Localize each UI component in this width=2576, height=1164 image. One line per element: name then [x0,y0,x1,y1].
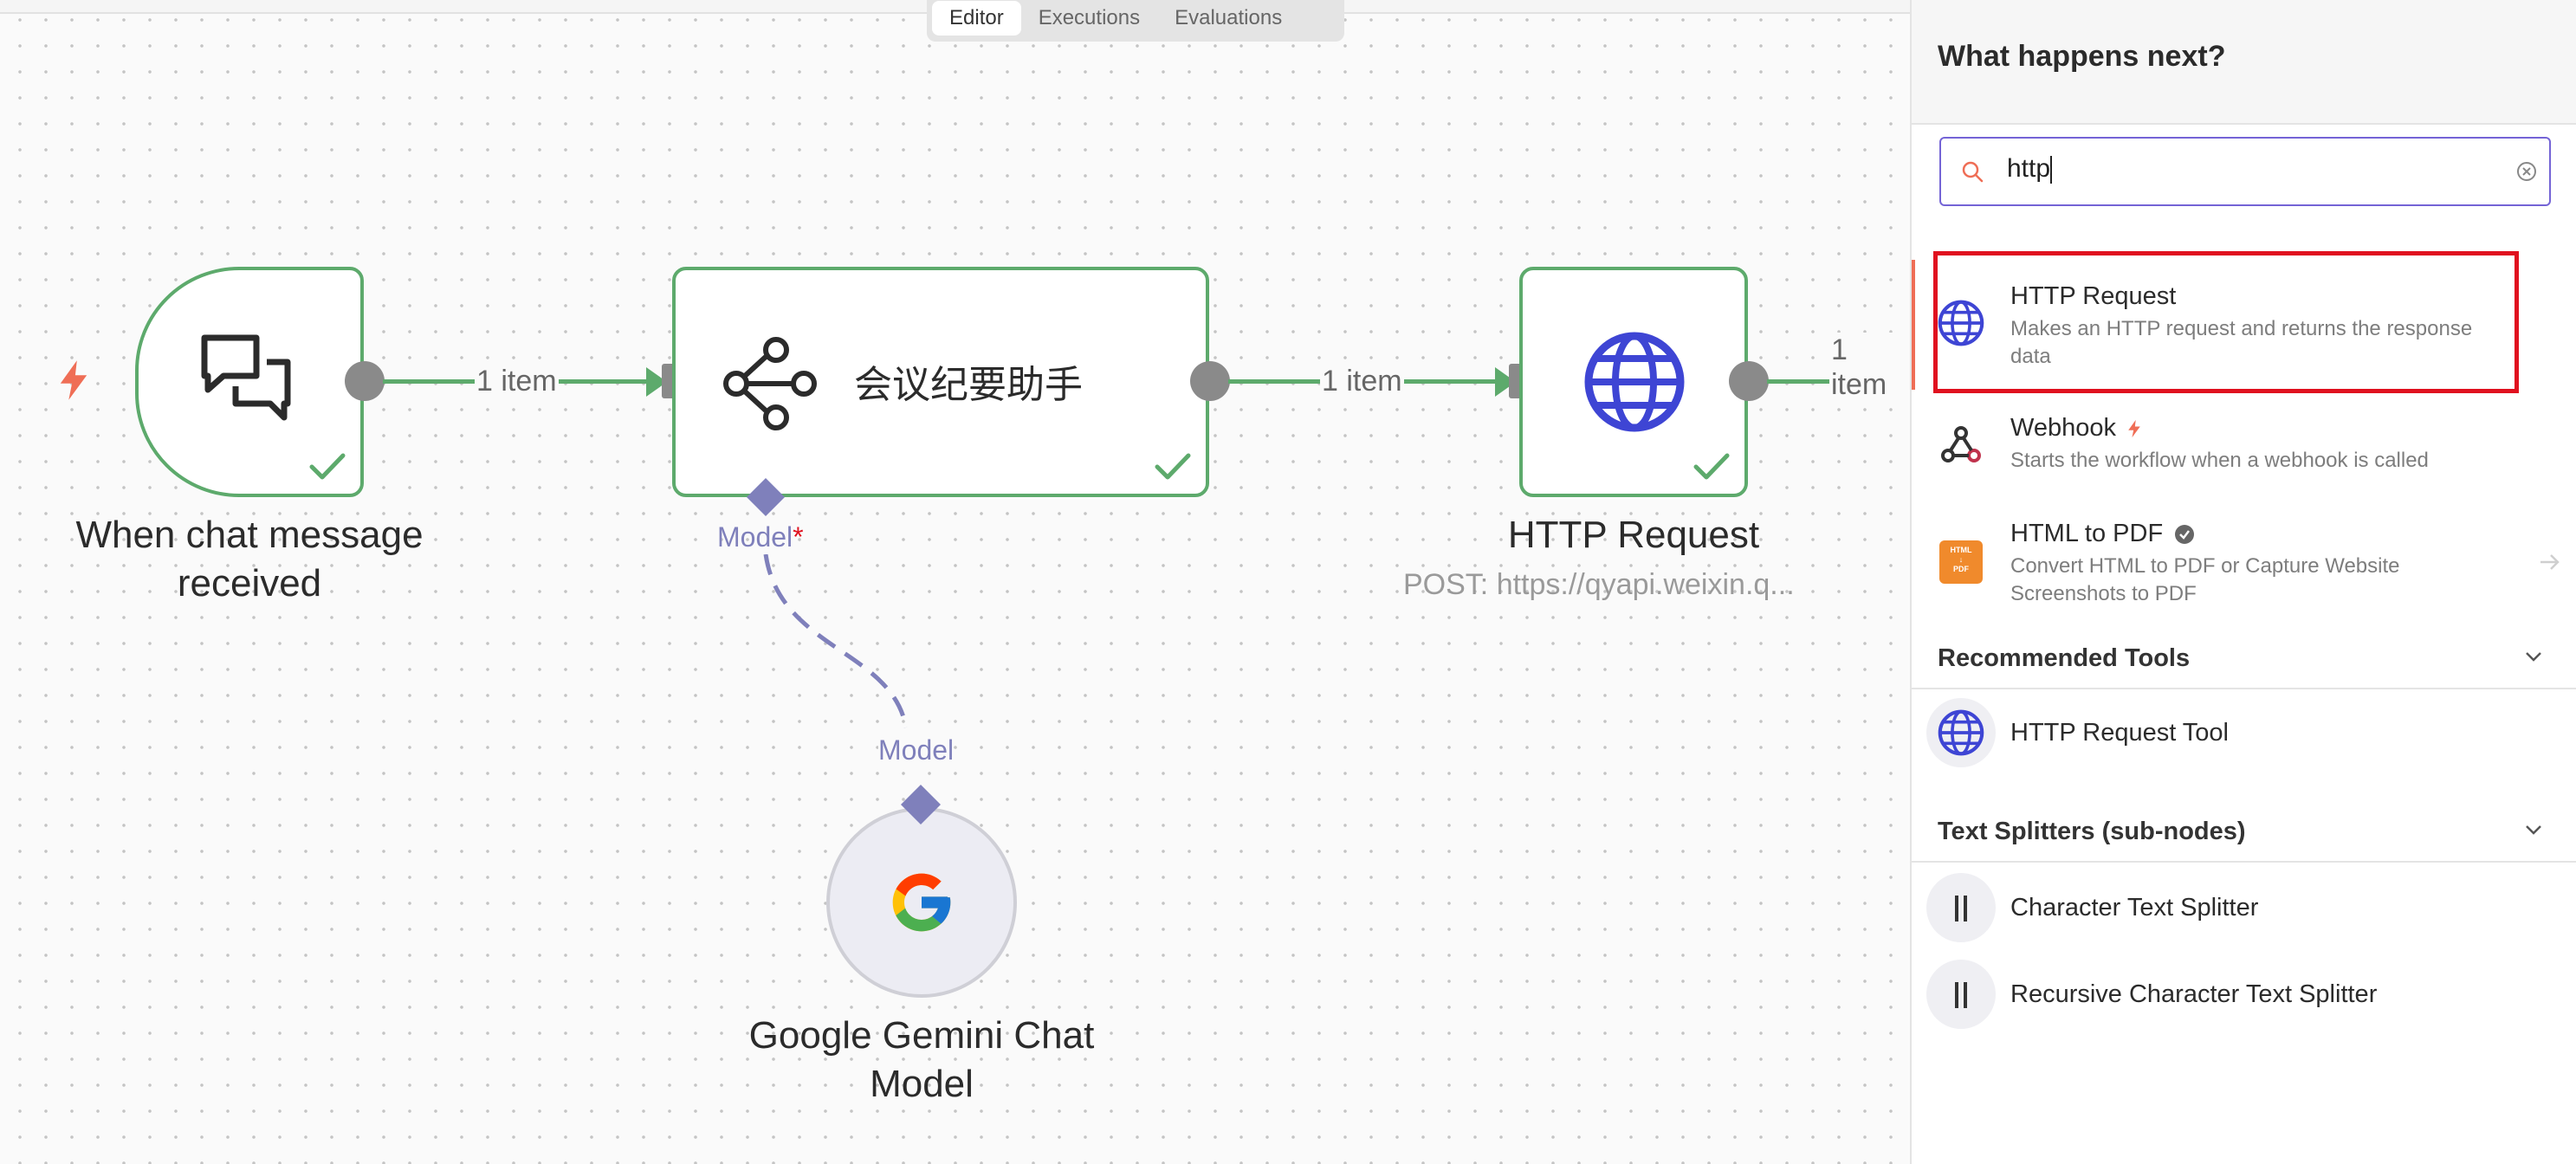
success-check-icon [1155,453,1191,480]
result-description: Starts the workflow when a webhook is ca… [2010,449,2429,472]
chevron-down-icon[interactable] [2523,821,2544,838]
node-search-box[interactable]: http [1939,137,2551,206]
html-pdf-icon: HTML ↓ PDF [1939,540,1983,584]
success-check-icon [309,453,346,480]
gemini-node-title: Google Gemini Chat Model [748,1014,1095,1105]
section-text-splitters[interactable]: Text Splitters (sub-nodes) [1938,818,2246,846]
node-ai-agent[interactable]: 会议纪要助手 [672,267,1209,497]
result-html-to-pdf[interactable]: HTML ↓ PDF HTML to PDF Convert HTML to P… [1912,506,2576,618]
trigger-output-handle[interactable] [345,361,385,401]
highlight-box [1933,251,2519,393]
tool-label: HTTP Request Tool [2010,719,2229,747]
node-chat-trigger[interactable] [135,267,364,497]
connection-item-count: 1 item [1829,333,1910,402]
model-input-label: Model* [717,521,804,553]
trigger-bolt-icon [2128,420,2140,438]
chevron-down-icon[interactable] [2523,648,2544,665]
success-check-icon [1693,453,1730,480]
model-output-handle-icon[interactable] [901,785,941,824]
connection-item-count: 1 item [475,364,559,398]
http-node-title: HTTP Request [1507,514,1760,556]
tool-label: Character Text Splitter [2010,894,2259,922]
agent-node-title: 会议纪要助手 [854,363,1083,407]
workflow-canvas[interactable]: Editor Executions Evaluations When chat … [0,0,1910,1164]
search-icon [1962,161,1984,183]
trigger-bolt-icon [60,360,87,400]
tool-character-text-splitter[interactable]: Character Text Splitter [1912,873,2576,944]
tool-label: Recursive Character Text Splitter [2010,980,2378,1008]
chat-icon [201,334,291,421]
panel-header: What happens next? [1912,0,2576,125]
http-node-subtitle: POST: https://qyapi.weixin.q... [1403,568,1795,601]
splitter-icon [1955,982,1967,1008]
node-search-input[interactable]: http [2007,154,2492,184]
agent-output-handle[interactable] [1190,361,1230,401]
model-connection-line [763,554,909,728]
result-title: Webhook [2010,414,2142,443]
http-output-handle[interactable] [1729,361,1769,401]
splitter-icon [1955,896,1967,922]
webhook-icon [1941,426,1981,462]
tab-editor[interactable]: Editor [932,1,1021,36]
connection-item-count: 1 item [1320,364,1404,398]
panel-title: What happens next? [1938,40,2226,73]
section-recommended-tools[interactable]: Recommended Tools [1938,644,2190,673]
node-creator-panel: What happens next? http HTTP Request Mak… [1910,0,2576,1164]
node-gemini-model[interactable] [826,807,1017,998]
tool-icon-bg [1926,960,1996,1029]
clear-search-icon[interactable] [2515,159,2539,184]
globe-icon [1584,332,1685,432]
section-divider [1912,688,2576,689]
result-description: Convert HTML to PDF or Capture Website S… [2010,554,2400,605]
tool-http-request-tool[interactable]: HTTP Request Tool [1912,698,2576,769]
view-tabs: Editor Executions Evaluations [927,0,1344,42]
globe-icon [1938,709,1984,756]
verified-badge-icon [2175,525,2195,545]
result-webhook[interactable]: Webhook Starts the workflow when a webho… [1912,398,2576,488]
google-logo-icon [892,873,951,932]
section-divider [1912,861,2576,863]
tab-evaluations[interactable]: Evaluations [1157,1,1299,36]
result-title: HTML to PDF [2010,520,2196,548]
agent-graph-icon [723,337,817,430]
arrow-right-icon[interactable] [2539,553,2561,572]
tab-executions[interactable]: Executions [1021,1,1157,36]
model-output-label: Model [878,734,955,766]
tool-icon-bg [1926,698,1996,767]
tool-recursive-character-text-splitter[interactable]: Recursive Character Text Splitter [1912,960,2576,1031]
model-input-handle-icon[interactable] [747,478,785,516]
trigger-node-title: When chat message received [75,514,424,605]
tool-icon-bg [1926,873,1996,942]
node-http-request[interactable] [1519,267,1748,497]
